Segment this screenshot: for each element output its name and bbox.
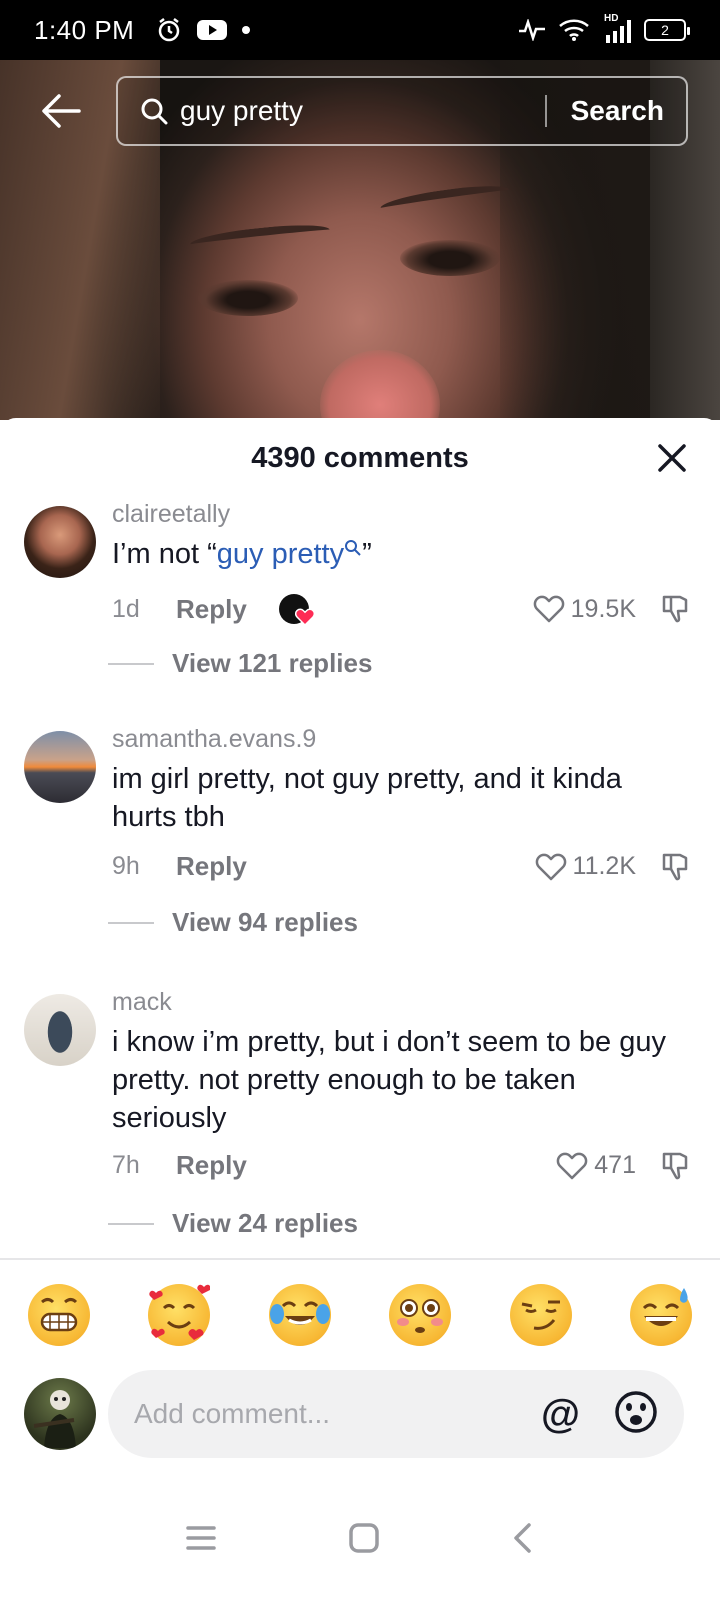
menu-icon <box>186 1525 217 1550</box>
like-button[interactable]: 471 <box>556 1151 636 1181</box>
like-count: 19.5K <box>570 594 636 623</box>
view-replies-button[interactable]: View 94 replies <box>108 907 358 938</box>
heart-outline-icon <box>533 595 564 623</box>
heart-icon <box>294 608 315 626</box>
comment-username[interactable]: claireetally <box>112 500 680 529</box>
thumbs-down-icon <box>662 1152 688 1179</box>
replies-divider-line <box>108 662 154 665</box>
arrow-left-icon <box>42 94 81 128</box>
comment-text-prefix: I’m not “ <box>112 538 217 570</box>
flushed-face-emoji[interactable] <box>389 1284 452 1346</box>
dislike-button[interactable] <box>660 594 690 624</box>
smiley-icon <box>615 1390 657 1433</box>
comment-time: 9h <box>112 852 140 880</box>
dislike-button[interactable] <box>660 852 690 882</box>
heart-outline-icon <box>535 853 566 880</box>
search-highlight-link[interactable]: guy pretty <box>217 538 344 570</box>
reply-button[interactable]: Reply <box>176 594 247 625</box>
thumbs-down-icon <box>662 853 688 880</box>
grinning-sweat-emoji[interactable] <box>629 1284 692 1346</box>
comment-text: I’m not “guy pretty ” <box>112 535 680 573</box>
liked-by-creator-badge <box>278 592 315 626</box>
search-query[interactable]: guy pretty <box>180 95 303 127</box>
avatar[interactable] <box>24 506 96 578</box>
alarm-icon <box>159 18 180 42</box>
thumbs-down-icon <box>662 595 688 623</box>
my-avatar[interactable] <box>24 1378 96 1450</box>
comment-time: 7h <box>112 1151 140 1179</box>
recents-button[interactable] <box>185 1524 217 1557</box>
like-button[interactable]: 11.2K <box>535 852 636 882</box>
add-comment-input[interactable]: Add comment... @ <box>108 1370 684 1458</box>
youtube-icon <box>197 20 228 40</box>
square-icon <box>349 1522 379 1553</box>
close-button[interactable] <box>654 440 690 476</box>
view-replies-label: View 24 replies <box>172 1208 358 1238</box>
home-button[interactable] <box>348 1522 380 1559</box>
status-bar: 1:40 PM HD 2 <box>0 0 720 60</box>
emoji-button[interactable] <box>614 1390 658 1439</box>
like-button[interactable]: 19.5K <box>533 594 636 624</box>
like-count: 471 <box>594 1151 636 1179</box>
search-bar[interactable]: guy pretty Search <box>116 76 688 146</box>
comments-count-title: 4390 comments <box>251 442 469 474</box>
comment-text: im girl pretty, not guy pretty, and it k… <box>112 763 622 833</box>
status-time: 1:40 PM <box>34 14 135 45</box>
comment-username[interactable]: mack <box>112 988 680 1017</box>
signal-icon: HD <box>602 13 632 43</box>
like-count: 11.2K <box>572 852 636 880</box>
activity-icon <box>519 19 545 41</box>
search-icon <box>141 98 168 125</box>
chevron-left-icon <box>513 1522 531 1553</box>
grinning-face-emoji[interactable] <box>28 1284 90 1346</box>
wifi-icon <box>559 19 589 41</box>
view-replies-label: View 94 replies <box>172 907 358 937</box>
view-replies-label: View 121 replies <box>172 648 373 678</box>
view-replies-button[interactable]: View 24 replies <box>108 1208 358 1239</box>
composer-divider <box>0 1258 720 1260</box>
back-button[interactable] <box>38 88 84 134</box>
battery-level: 2 <box>661 22 669 38</box>
dislike-button[interactable] <box>660 1151 690 1181</box>
avatar[interactable] <box>24 731 96 803</box>
system-nav-bar <box>0 1480 720 1600</box>
battery-icon: 2 <box>644 19 690 41</box>
comment-text-suffix: ” <box>362 538 372 570</box>
add-comment-placeholder: Add comment... <box>134 1398 331 1429</box>
comment-text: i know i’m pretty, but i don’t seem to b… <box>112 1026 666 1134</box>
emoji-quick-bar <box>28 1284 692 1346</box>
tears-of-joy-emoji[interactable] <box>268 1284 331 1346</box>
search-icon[interactable] <box>344 539 362 557</box>
replies-divider-line <box>108 921 154 924</box>
comment-username[interactable]: samantha.evans.9 <box>112 725 680 754</box>
reply-button[interactable]: Reply <box>176 851 247 882</box>
comment-time: 1d <box>112 594 140 623</box>
reply-button[interactable]: Reply <box>176 1150 247 1181</box>
notification-dot <box>242 26 251 34</box>
search-button[interactable]: Search <box>571 95 664 127</box>
heart-outline-icon <box>556 1152 588 1179</box>
avatar[interactable] <box>24 994 96 1066</box>
smirking-face-emoji[interactable] <box>509 1284 572 1346</box>
close-icon <box>658 444 686 472</box>
view-replies-button[interactable]: View 121 replies <box>108 648 372 679</box>
smiling-face-with-hearts-emoji[interactable] <box>148 1284 212 1346</box>
system-back-button[interactable] <box>511 1522 535 1559</box>
mention-button[interactable]: @ <box>541 1392 580 1437</box>
search-divider <box>544 95 547 127</box>
replies-divider-line <box>108 1222 154 1225</box>
